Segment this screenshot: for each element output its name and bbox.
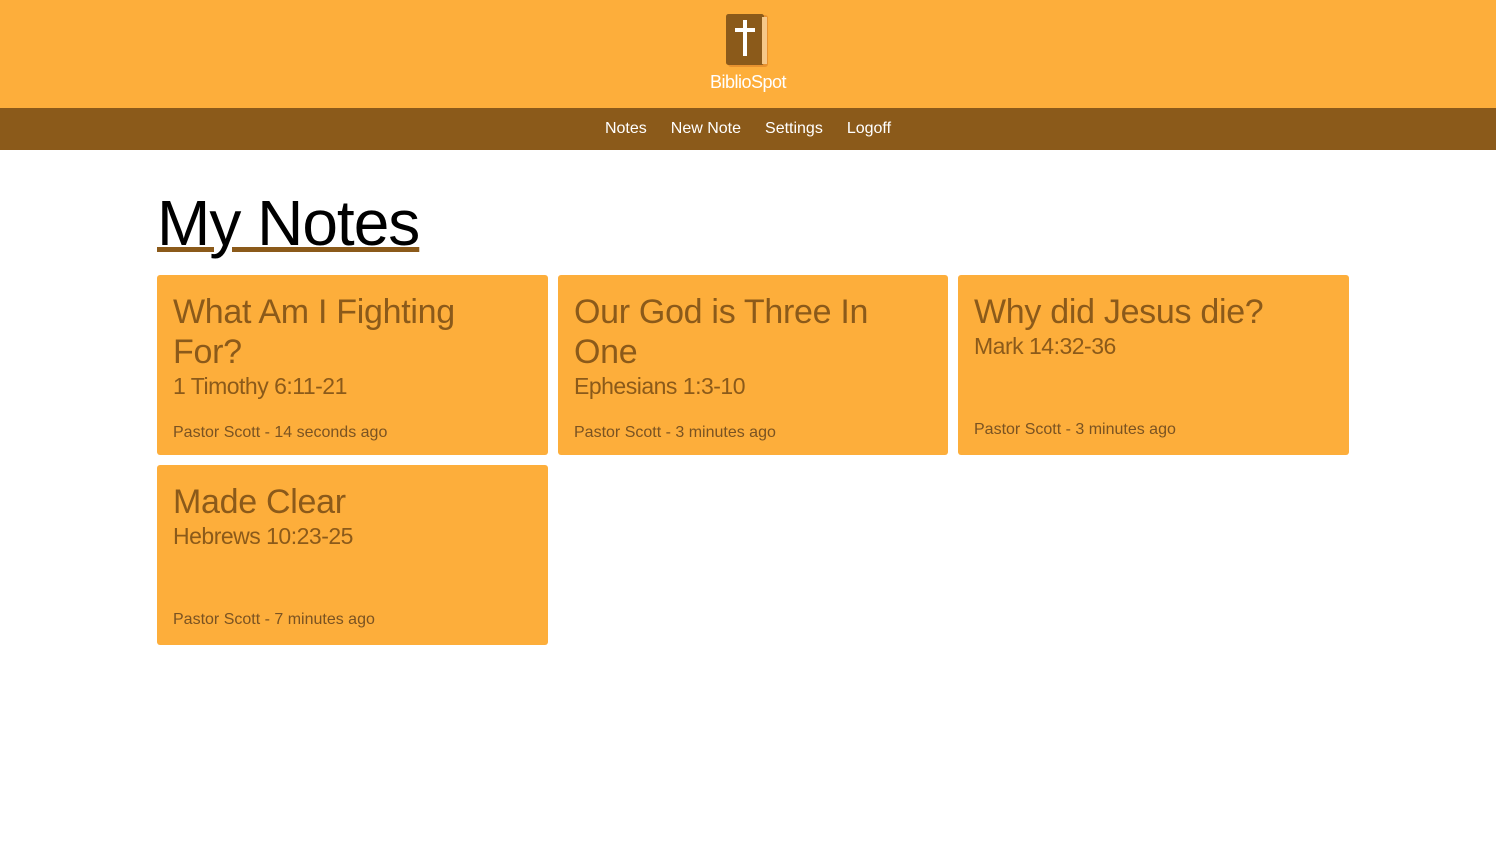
note-card[interactable]: Made Clear Hebrews 10:23-25 Pastor Scott… (157, 465, 548, 645)
note-card[interactable]: Our God is Three In One Ephesians 1:3-10… (558, 275, 948, 455)
note-title: Our God is Three In One (574, 293, 869, 371)
notes-grid: What Am I Fighting For? 1 Timothy 6:11-2… (157, 275, 1349, 645)
header: BiblioSpot (0, 0, 1496, 108)
note-title: What Am I Fighting For? (173, 293, 455, 371)
note-title: Why did Jesus die? (974, 293, 1264, 331)
note-meta: Pastor Scott - 7 minutes ago (173, 611, 375, 628)
note-reference: Mark 14:32-36 (974, 333, 1116, 359)
main-content: My Notes What Am I Fighting For? 1 Timot… (0, 150, 1496, 859)
nav-item-new-note[interactable]: New Note (671, 108, 741, 150)
note-card[interactable]: What Am I Fighting For? 1 Timothy 6:11-2… (157, 275, 548, 455)
brand-name: BiblioSpot (709, 72, 787, 92)
note-reference: Ephesians 1:3-10 (574, 373, 746, 399)
note-meta: Pastor Scott - 3 minutes ago (574, 424, 776, 441)
brand-logo-link[interactable]: BiblioSpot (0, 0, 1496, 108)
nav-item-settings[interactable]: Settings (765, 108, 823, 150)
bible-cross-icon (726, 14, 768, 67)
note-card[interactable]: Why did Jesus die? Mark 14:32-36 Pastor … (958, 275, 1349, 455)
note-meta: Pastor Scott - 14 seconds ago (173, 424, 388, 441)
nav-item-notes[interactable]: Notes (605, 108, 647, 150)
main-nav: Notes New Note Settings Logoff (0, 108, 1496, 150)
note-title: Made Clear (173, 483, 346, 521)
page-title: My Notes (157, 187, 420, 259)
nav-item-logoff[interactable]: Logoff (847, 108, 891, 150)
note-reference: 1 Timothy 6:11-21 (173, 373, 347, 399)
note-meta: Pastor Scott - 3 minutes ago (974, 421, 1176, 438)
note-reference: Hebrews 10:23-25 (173, 523, 353, 549)
